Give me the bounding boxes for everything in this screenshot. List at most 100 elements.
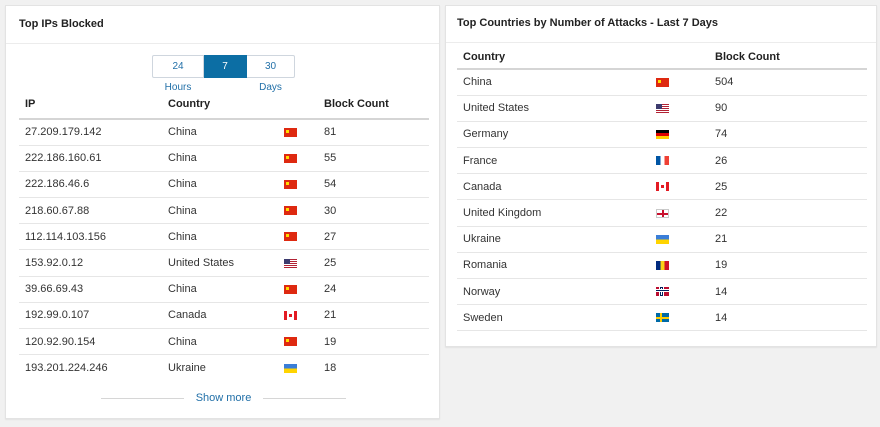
block-count-cell: 24 xyxy=(318,276,429,303)
ukraine-flag-icon xyxy=(284,363,297,373)
sweden-flag-icon xyxy=(656,313,669,323)
block-count-cell: 74 xyxy=(709,121,867,149)
block-count-cell: 55 xyxy=(318,145,429,172)
ip-cell: 222.186.160.61 xyxy=(19,145,162,172)
country-cell: Norway xyxy=(457,278,650,306)
block-count-cell: 54 xyxy=(318,171,429,199)
country-cell: China xyxy=(457,69,650,96)
ip-cell: 120.92.90.154 xyxy=(19,328,162,356)
table-row: 193.201.224.246 Ukraine 18 xyxy=(19,355,429,381)
china-flag-icon xyxy=(284,232,297,242)
block-count-cell: 19 xyxy=(318,328,429,356)
table-row: Germany 74 xyxy=(457,121,867,149)
flag-cell xyxy=(650,226,709,253)
column-header-country: Country xyxy=(162,90,278,120)
block-count-cell: 27 xyxy=(318,223,429,251)
flag-cell xyxy=(278,249,318,277)
flag-cell xyxy=(278,302,318,330)
china-flag-icon xyxy=(656,77,669,87)
country-cell: China xyxy=(162,145,278,172)
flag-cell xyxy=(278,119,318,146)
table-row: 39.66.69.43 China 24 xyxy=(19,276,429,303)
flag-cell xyxy=(650,304,709,332)
block-count-cell: 18 xyxy=(324,362,337,375)
flag-cell xyxy=(650,252,709,280)
country-cell: France xyxy=(457,147,650,175)
show-more-row: Show more xyxy=(101,391,347,405)
romania-flag-icon xyxy=(656,261,669,270)
country-cell: Ukraine xyxy=(168,362,206,375)
column-header-country: Country xyxy=(457,45,650,70)
ip-cell: 218.60.67.88 xyxy=(19,197,162,225)
table-row: 192.99.0.107 Canada 21 xyxy=(19,302,429,330)
table-row: Ukraine 21 xyxy=(457,226,867,253)
time-range-toggle: 24 Hours 7 Days 30 Days xyxy=(152,55,295,93)
top-countries-panel: Top Countries by Number of Attacks - Las… xyxy=(445,5,877,347)
flag-cell xyxy=(650,147,709,175)
column-header-block-count: Block Count xyxy=(709,45,867,70)
country-cell: Germany xyxy=(457,121,650,149)
ukraine-flag-icon xyxy=(656,234,669,244)
table-row: 218.60.67.88 China 30 xyxy=(19,197,429,225)
country-cell: United States xyxy=(162,249,278,277)
block-count-cell: 14 xyxy=(709,278,867,306)
china-flag-icon xyxy=(284,284,297,294)
block-count-cell: 26 xyxy=(709,147,867,175)
block-count-cell: 14 xyxy=(709,304,867,332)
range-24-hours-button[interactable]: 24 Hours xyxy=(152,55,204,93)
block-count-cell: 21 xyxy=(709,226,867,253)
flag-cell xyxy=(650,173,709,201)
china-flag-icon xyxy=(284,206,297,216)
china-flag-icon xyxy=(284,180,297,190)
flag-cell xyxy=(650,121,709,149)
ip-cell: 27.209.179.142 xyxy=(19,119,162,146)
ip-cell: 153.92.0.12 xyxy=(19,249,162,277)
block-count-cell: 90 xyxy=(709,95,867,122)
country-cell: China xyxy=(162,197,278,225)
germany-flag-icon xyxy=(656,130,669,140)
table-row: 112.114.103.156 China 27 xyxy=(19,223,429,251)
table-row: Canada 25 xyxy=(457,173,867,201)
range-30-days-button[interactable]: 30 Days xyxy=(247,55,295,93)
country-cell: China xyxy=(162,276,278,303)
country-cell: United Kingdom xyxy=(457,199,650,227)
show-more-left-line xyxy=(101,397,184,399)
block-count-cell: 21 xyxy=(318,302,429,330)
block-count-cell: 22 xyxy=(709,199,867,227)
title-divider xyxy=(6,43,439,44)
show-more-right-line xyxy=(263,397,347,399)
country-cell: United States xyxy=(457,95,650,122)
block-count-cell: 81 xyxy=(318,119,429,146)
table-row: 153.92.0.12 United States 25 xyxy=(19,249,429,277)
flag-cell xyxy=(278,171,318,199)
top-ips-rows: 27.209.179.142 China 81 222.186.160.61 China… xyxy=(19,119,429,381)
china-flag-icon xyxy=(284,153,297,163)
show-more-link[interactable]: Show more xyxy=(184,392,264,404)
country-cell: Canada xyxy=(162,302,278,330)
block-count-cell: 504 xyxy=(709,69,867,96)
flag-cell xyxy=(278,276,318,303)
table-row: China 504 xyxy=(457,69,867,96)
table-row: 222.186.160.61 China 55 xyxy=(19,145,429,172)
block-count-cell: 30 xyxy=(318,197,429,225)
range-7-days-button[interactable]: 7 Days xyxy=(204,55,247,93)
column-header-ip: IP xyxy=(19,90,162,120)
ip-cell: 192.99.0.107 xyxy=(19,302,162,330)
country-cell: Romania xyxy=(457,252,650,280)
flag-cell xyxy=(650,69,709,96)
table-row: Romania 19 xyxy=(457,252,867,280)
country-cell: China xyxy=(162,119,278,146)
flag-cell xyxy=(278,355,318,381)
table-header-row: Country Block Count xyxy=(457,45,867,70)
table-row: France 26 xyxy=(457,147,867,175)
table-header-row: IP Country Block Count xyxy=(19,90,429,120)
flag-cell xyxy=(650,95,709,122)
top-ips-table: IP Country Block Count 27.209.179.142 Chi… xyxy=(19,90,429,381)
column-header-flag xyxy=(650,45,709,70)
uk-flag-icon xyxy=(656,208,669,218)
title-divider xyxy=(446,42,876,43)
table-row: 27.209.179.142 China 81 xyxy=(19,119,429,146)
column-header-block-count: Block Count xyxy=(318,90,429,120)
table-row: United States 90 xyxy=(457,95,867,122)
flag-cell xyxy=(278,328,318,356)
